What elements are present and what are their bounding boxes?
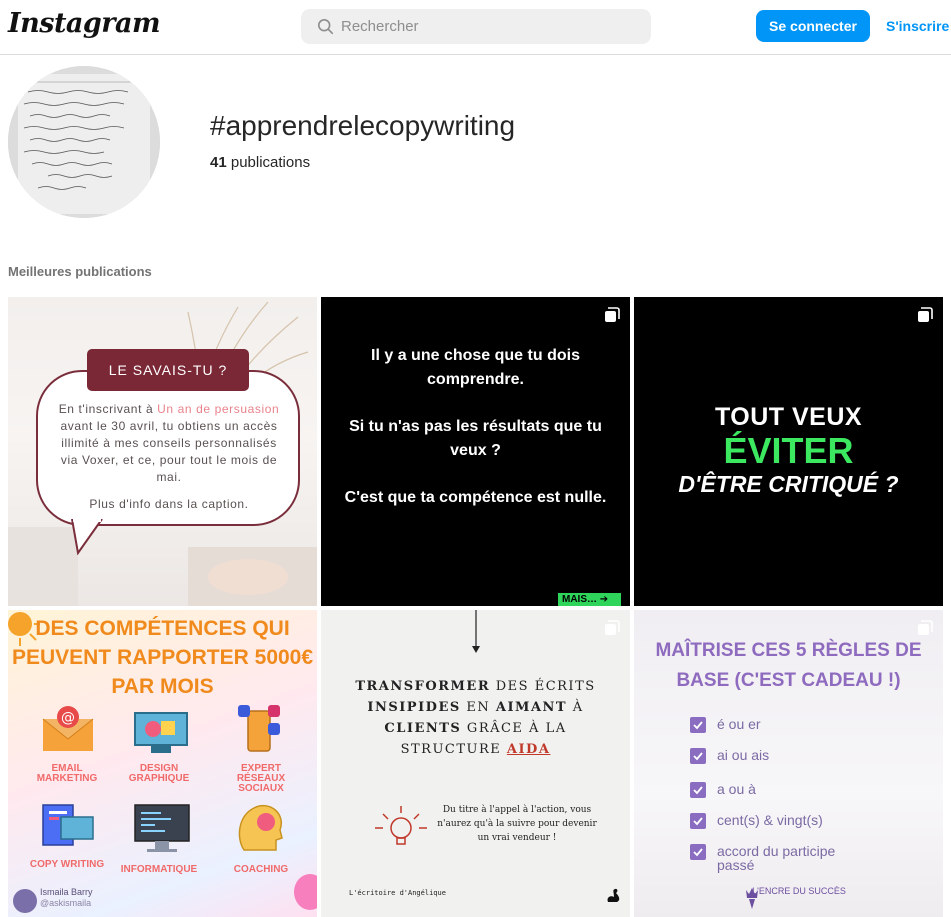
post-5-signature: L'écritoire d'Angélique bbox=[349, 889, 446, 897]
post-2-mais-tag: MAIS… ➔ bbox=[558, 593, 621, 606]
title-word-transformer: TRANSFORMER bbox=[355, 679, 491, 694]
post-2-paragraph-3: C'est que ta compétence est nulle. bbox=[344, 489, 607, 506]
title-word-insipides: INSIPIDES bbox=[367, 700, 461, 715]
top-posts-heading: Meilleures publications bbox=[8, 264, 152, 279]
hashtag-title: #apprendrelecopywriting bbox=[210, 110, 516, 141]
publication-count-label: publications bbox=[226, 154, 311, 171]
computer-monitor-icon bbox=[134, 804, 190, 852]
title-word-clients: CLIENTS bbox=[384, 721, 462, 736]
rule-item-4: cent(s) & vingt(s) bbox=[690, 813, 823, 829]
publication-count: 41 publications bbox=[210, 154, 310, 171]
post-3-line-2: ÉVITER bbox=[723, 430, 854, 471]
post-tile-2[interactable]: Il y a une chose que tu dois comprendre.… bbox=[321, 297, 630, 606]
title-part-1: DES ÉCRITS bbox=[490, 679, 596, 694]
title-word-aimant: AIMANT bbox=[495, 700, 568, 715]
social-phone-icon bbox=[238, 705, 280, 752]
top-navigation-bar: Instagram Se connecter S'inscrire bbox=[0, 0, 951, 55]
lightbulb-icon bbox=[375, 806, 427, 845]
signup-link[interactable]: S'inscrire bbox=[886, 18, 949, 34]
decor-laptop-illustration bbox=[8, 527, 317, 606]
post-4-author: Ismaila Barry @askismaila bbox=[40, 887, 93, 909]
post-2-paragraph-2: Si tu n'as pas les résultats que tu veux… bbox=[349, 418, 602, 459]
post-tile-3[interactable]: TOUT VEUX ÉVITER D'ÊTRE CRITIQUÉ ? bbox=[634, 297, 943, 606]
post-5-description: Du titre à l'appel à l'action, vous n'au… bbox=[437, 805, 597, 843]
search-icon bbox=[317, 18, 334, 34]
post-3-line-1: TOUT VEUX bbox=[714, 403, 863, 431]
skill-label-1: EMAIL MARKETING bbox=[36, 763, 98, 784]
search-input[interactable] bbox=[341, 18, 621, 35]
down-arrow-icon bbox=[472, 610, 480, 653]
skill-label-5: INFORMATIQUE bbox=[120, 864, 198, 875]
title-part-3: À bbox=[567, 700, 584, 715]
coaching-head-icon bbox=[238, 805, 283, 851]
post-6-heading: MAÎTRISE CES 5 RÈGLES DE BASE (C'EST CAD… bbox=[655, 640, 922, 691]
hashtag-avatar bbox=[8, 66, 160, 218]
email-envelope-icon: @ bbox=[42, 706, 94, 751]
balloon-decoration-icon bbox=[294, 874, 317, 910]
post-tile-5[interactable]: TRANSFORMER DES ÉCRITS INSIPIDES EN AIMA… bbox=[321, 610, 630, 917]
post-1-body-start: En t'inscrivant à bbox=[58, 402, 158, 416]
post-5-title: TRANSFORMER DES ÉCRITS INSIPIDES EN AIMA… bbox=[321, 676, 630, 760]
carousel-icon bbox=[918, 620, 933, 635]
post-1-highlight: Un an de persuasion bbox=[157, 402, 280, 416]
rule-item-2: ai ou ais bbox=[690, 748, 769, 764]
svg-text:@: @ bbox=[61, 710, 75, 726]
checkbox-checked-icon bbox=[690, 813, 706, 829]
rule-label-2: ai ou ais bbox=[717, 747, 770, 763]
skill-label-4: COPY WRITING bbox=[29, 859, 105, 870]
post-2-paragraph-1: Il y a une chose que tu dois comprendre. bbox=[371, 347, 580, 388]
post-3-line-3: D'ÊTRE CRITIQUÉ ? bbox=[678, 471, 899, 497]
title-part-5: STRUCTURE bbox=[400, 742, 507, 757]
speech-bubble-tail bbox=[71, 519, 103, 555]
post-tile-4[interactable]: DES COMPÉTENCES QUI PEUVENT RAPPORTER 50… bbox=[8, 610, 317, 917]
rule-label-4: cent(s) & vingt(s) bbox=[717, 812, 823, 828]
swan-logo-icon bbox=[607, 888, 620, 902]
skill-label-2: DESIGN GRAPHIQUE bbox=[128, 763, 190, 784]
title-part-2: EN bbox=[460, 700, 496, 715]
carousel-icon bbox=[605, 620, 620, 635]
rule-item-1: é ou er bbox=[690, 717, 761, 733]
rule-label-1: é ou er bbox=[717, 716, 761, 732]
title-part-4: GRÂCE À LA bbox=[461, 721, 567, 736]
copywriting-book-icon bbox=[42, 804, 94, 846]
did-you-know-pill: LE SAVAIS-TU ? bbox=[87, 349, 249, 391]
post-tile-6[interactable]: MAÎTRISE CES 5 RÈGLES DE BASE (C'EST CAD… bbox=[634, 610, 943, 917]
post-1-body-end: avant le 30 avril, tu obtiens un accès i… bbox=[60, 419, 278, 484]
login-button[interactable]: Se connecter bbox=[756, 10, 870, 42]
checkbox-checked-icon bbox=[690, 782, 706, 798]
design-monitor-icon bbox=[134, 712, 188, 753]
checkbox-checked-icon bbox=[690, 844, 706, 860]
checkbox-checked-icon bbox=[690, 748, 706, 764]
rule-label-3: a ou à bbox=[717, 781, 756, 797]
skill-label-3: EXPERT RÉSEAUX SOCIAUX bbox=[236, 763, 286, 794]
rule-label-5: accord du participe passé bbox=[717, 843, 836, 873]
author-name: Ismaila Barry bbox=[40, 887, 93, 897]
author-handle: @askismaila bbox=[40, 898, 92, 908]
carousel-icon bbox=[605, 307, 620, 322]
post-1-body: En t'inscrivant à Un an de persuasion av… bbox=[54, 401, 284, 486]
post-6-brand: L'ENCRE DU SUCCÈS bbox=[752, 886, 846, 896]
publication-count-number: 41 bbox=[210, 154, 227, 171]
post-tile-1[interactable]: LE SAVAIS-TU ? En t'inscrivant à Un an d… bbox=[8, 297, 317, 606]
title-word-aida: AIDA bbox=[506, 742, 551, 757]
post-4-heading: DES COMPÉTENCES QUI PEUVENT RAPPORTER 50… bbox=[11, 617, 314, 698]
author-avatar bbox=[13, 889, 37, 913]
checkbox-checked-icon bbox=[690, 717, 706, 733]
post-1-more-info: Plus d'info dans la caption. bbox=[89, 497, 249, 511]
carousel-icon bbox=[918, 307, 933, 322]
rule-item-3: a ou à bbox=[690, 782, 756, 798]
instagram-logo[interactable]: Instagram bbox=[8, 8, 161, 39]
rule-item-5: accord du participe passé bbox=[690, 844, 867, 872]
search-box[interactable] bbox=[301, 9, 651, 44]
